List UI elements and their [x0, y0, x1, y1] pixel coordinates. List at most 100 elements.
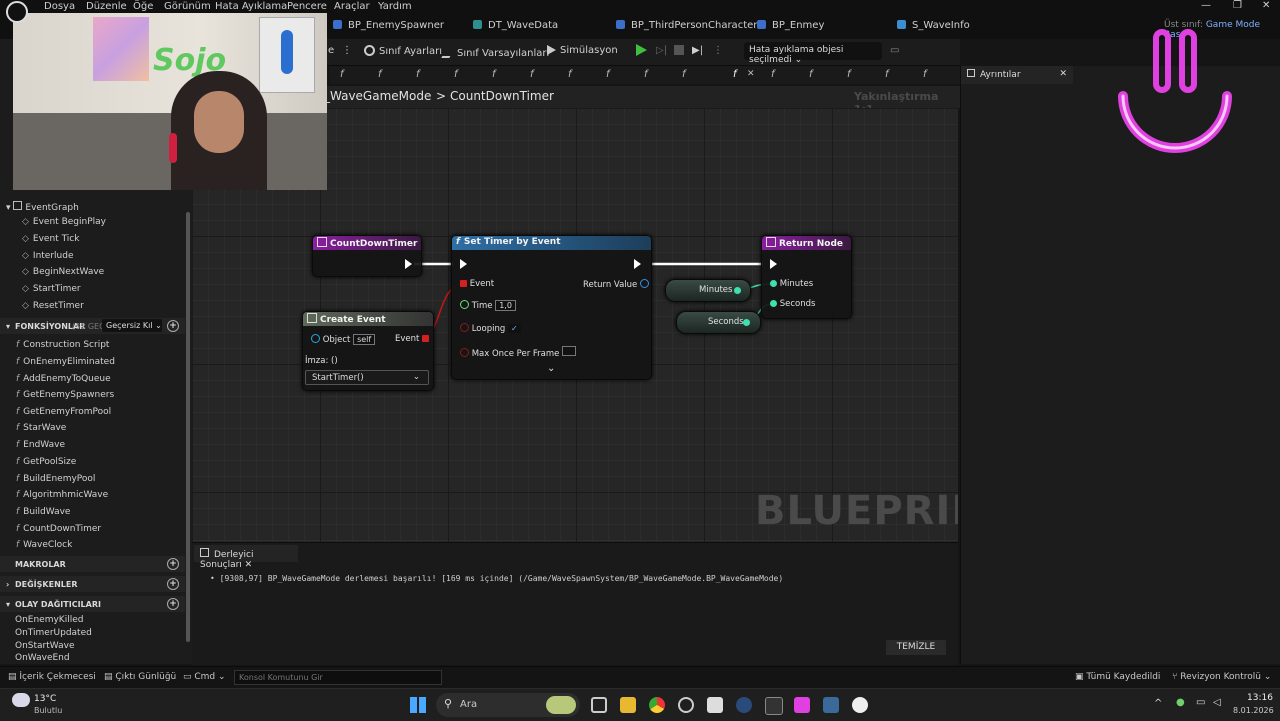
- function-tab-icon[interactable]: f: [885, 69, 889, 80]
- output-log-button[interactable]: ▤ Çıktı Günlüğü: [104, 672, 176, 682]
- weather-temperature[interactable]: 13°C: [34, 694, 56, 704]
- find-in-browser-icon[interactable]: ▭: [890, 45, 899, 56]
- menu-asset[interactable]: Öğe: [133, 1, 153, 12]
- console-command-input[interactable]: [234, 670, 442, 685]
- set-timer-node[interactable]: f Set Timer by Event Event Return Value T…: [451, 235, 652, 380]
- exec-in-pin[interactable]: [460, 259, 467, 269]
- left-panel-scrollbar[interactable]: [186, 212, 190, 642]
- microphone-icon[interactable]: ●: [1176, 697, 1185, 708]
- function-item[interactable]: f Construction Script: [16, 340, 109, 350]
- function-tab-icon[interactable]: f: [682, 69, 686, 80]
- save-all-button[interactable]: ▣ Tümü Kaydedildi: [1075, 672, 1160, 682]
- dispatcher-item[interactable]: OnEnemyKilled: [15, 615, 83, 625]
- close-tab-icon[interactable]: ✕: [747, 69, 755, 79]
- event-item[interactable]: ◇ ResetTimer: [22, 301, 84, 311]
- more-options-icon[interactable]: ⋮: [342, 45, 352, 56]
- details-tab[interactable]: Ayrıntılar ✕: [961, 66, 1073, 84]
- tab-bp-enemyspawner[interactable]: BP_EnemySpawner: [333, 20, 444, 31]
- function-dropdown[interactable]: StartTimer() ⌄: [305, 370, 429, 385]
- menu-help[interactable]: Yardım: [378, 1, 412, 12]
- menu-file[interactable]: Dosya: [44, 1, 75, 12]
- add-dispatcher-icon[interactable]: +: [167, 598, 179, 610]
- macros-section-header[interactable]: MAKROLAR +: [0, 556, 185, 572]
- tray-chevron-icon[interactable]: ^: [1154, 698, 1162, 709]
- exec-out-pin[interactable]: [634, 259, 641, 269]
- function-tab-icon[interactable]: f: [568, 69, 572, 80]
- function-tab-icon[interactable]: f: [530, 69, 534, 80]
- menu-edit[interactable]: Düzenle: [86, 1, 127, 12]
- file-explorer-icon[interactable]: [620, 697, 636, 713]
- event-item[interactable]: ◇ StartTimer: [22, 284, 81, 294]
- function-tab-icon[interactable]: f: [340, 69, 344, 80]
- github-icon[interactable]: [678, 697, 694, 713]
- event-item[interactable]: ◇ Event Tick: [22, 234, 79, 244]
- eventgraph-item[interactable]: ▾ EventGraph: [6, 201, 79, 213]
- close-tab-icon[interactable]: ✕: [242, 560, 253, 570]
- network-icon[interactable]: ▭: [1196, 697, 1205, 708]
- clock-date[interactable]: 8.01.2026: [1233, 706, 1274, 715]
- tab-s-waveinfo[interactable]: S_WaveInfo: [897, 20, 970, 31]
- add-macro-icon[interactable]: +: [167, 558, 179, 570]
- tab-bp-enmey[interactable]: BP_Enmey: [757, 20, 824, 31]
- close-tab-icon[interactable]: ✕: [1059, 69, 1067, 79]
- looping-checkbox[interactable]: ✓: [507, 324, 521, 333]
- function-tab-icon[interactable]: f: [923, 69, 927, 80]
- weather-cloud-icon[interactable]: [12, 693, 30, 707]
- event-item[interactable]: ◇ BeginNextWave: [22, 267, 104, 277]
- function-item[interactable]: f CountDownTimer: [16, 524, 101, 534]
- active-function-tab-icon[interactable]: f: [733, 69, 737, 80]
- minimize-icon[interactable]: —: [1201, 0, 1211, 11]
- compiler-results-tab[interactable]: Derleyici Sonuçları ✕: [194, 545, 298, 570]
- return-value-pin[interactable]: Return Value: [583, 279, 649, 290]
- function-tab-icon[interactable]: f: [644, 69, 648, 80]
- content-drawer-button[interactable]: ▤ İçerik Çekmecesi: [8, 672, 96, 682]
- function-tab-icon[interactable]: f: [416, 69, 420, 80]
- event-item[interactable]: ◇ Interlude: [22, 251, 74, 261]
- function-entry-node[interactable]: CountDownTimer: [312, 235, 422, 277]
- menu-window[interactable]: Pencere: [287, 1, 327, 12]
- exec-out-pin[interactable]: [405, 259, 412, 269]
- function-tab-icon[interactable]: f: [809, 69, 813, 80]
- tab-dt-wavedata[interactable]: DT_WaveData: [473, 20, 558, 31]
- object-pin[interactable]: Object self: [311, 334, 376, 345]
- menu-debug[interactable]: Hata Ayıklama: [215, 1, 287, 12]
- max-once-pin[interactable]: Max Once Per Frame: [460, 346, 577, 359]
- menu-tools[interactable]: Araçlar: [334, 1, 370, 12]
- stop-button[interactable]: [674, 45, 684, 58]
- int-pin-icon[interactable]: [734, 287, 741, 294]
- function-tab-icon[interactable]: f: [454, 69, 458, 80]
- close-window-icon[interactable]: ✕: [1262, 0, 1270, 11]
- revision-control-button[interactable]: ⑂ Revizyon Kontrolü ⌄: [1172, 672, 1271, 682]
- unreal-engine-icon[interactable]: [852, 697, 868, 713]
- function-tab-icon[interactable]: f: [847, 69, 851, 80]
- steam-icon[interactable]: [736, 697, 752, 713]
- function-tab-icon[interactable]: f: [771, 69, 775, 80]
- object-input[interactable]: self: [353, 334, 376, 345]
- debug-object-dropdown[interactable]: Hata ayıklama objesi seçilmedi ⌄: [744, 42, 882, 65]
- max-once-checkbox[interactable]: [562, 346, 577, 356]
- exec-in-pin[interactable]: [770, 259, 777, 269]
- menu-view[interactable]: Görünüm: [164, 1, 211, 12]
- play-button[interactable]: [636, 44, 647, 59]
- looping-pin[interactable]: Looping ✓: [460, 323, 521, 334]
- seconds-input-pin[interactable]: Seconds: [770, 299, 815, 309]
- functions-section-header[interactable]: ▾ FONKSİYONLAR (31 GEÇE Geçersiz Kıl ⌄ +: [0, 318, 185, 334]
- function-tab-icon[interactable]: f: [606, 69, 610, 80]
- function-item[interactable]: f OnEnemyEliminated: [16, 357, 115, 367]
- cmd-dropdown[interactable]: ▭ Cmd ⌄: [183, 672, 226, 682]
- function-item[interactable]: f GetPoolSize: [16, 457, 76, 467]
- dispatchers-section-header[interactable]: ▾ OLAY DAĞITICILARI +: [0, 596, 185, 612]
- function-item[interactable]: f AddEnemyToQueue: [16, 374, 111, 384]
- maximize-icon[interactable]: ❐: [1233, 0, 1242, 11]
- minutes-input-pin[interactable]: Minutes: [770, 279, 813, 289]
- app-icon[interactable]: [794, 697, 810, 713]
- variables-section-header[interactable]: › DEĞİŞKENLER +: [0, 576, 185, 592]
- breadcrumb-root[interactable]: _WaveGameMode: [324, 89, 431, 103]
- function-item[interactable]: f GetEnemyFromPool: [16, 407, 111, 417]
- add-variable-icon[interactable]: +: [167, 578, 179, 590]
- volume-icon[interactable]: ◁: [1213, 697, 1221, 708]
- return-node[interactable]: Return Node Minutes Seconds: [761, 235, 852, 319]
- clock-time[interactable]: 13:16: [1247, 693, 1273, 703]
- taskbar-search[interactable]: ⚲ Ara: [436, 693, 580, 717]
- steam-secondary-icon[interactable]: [823, 697, 839, 713]
